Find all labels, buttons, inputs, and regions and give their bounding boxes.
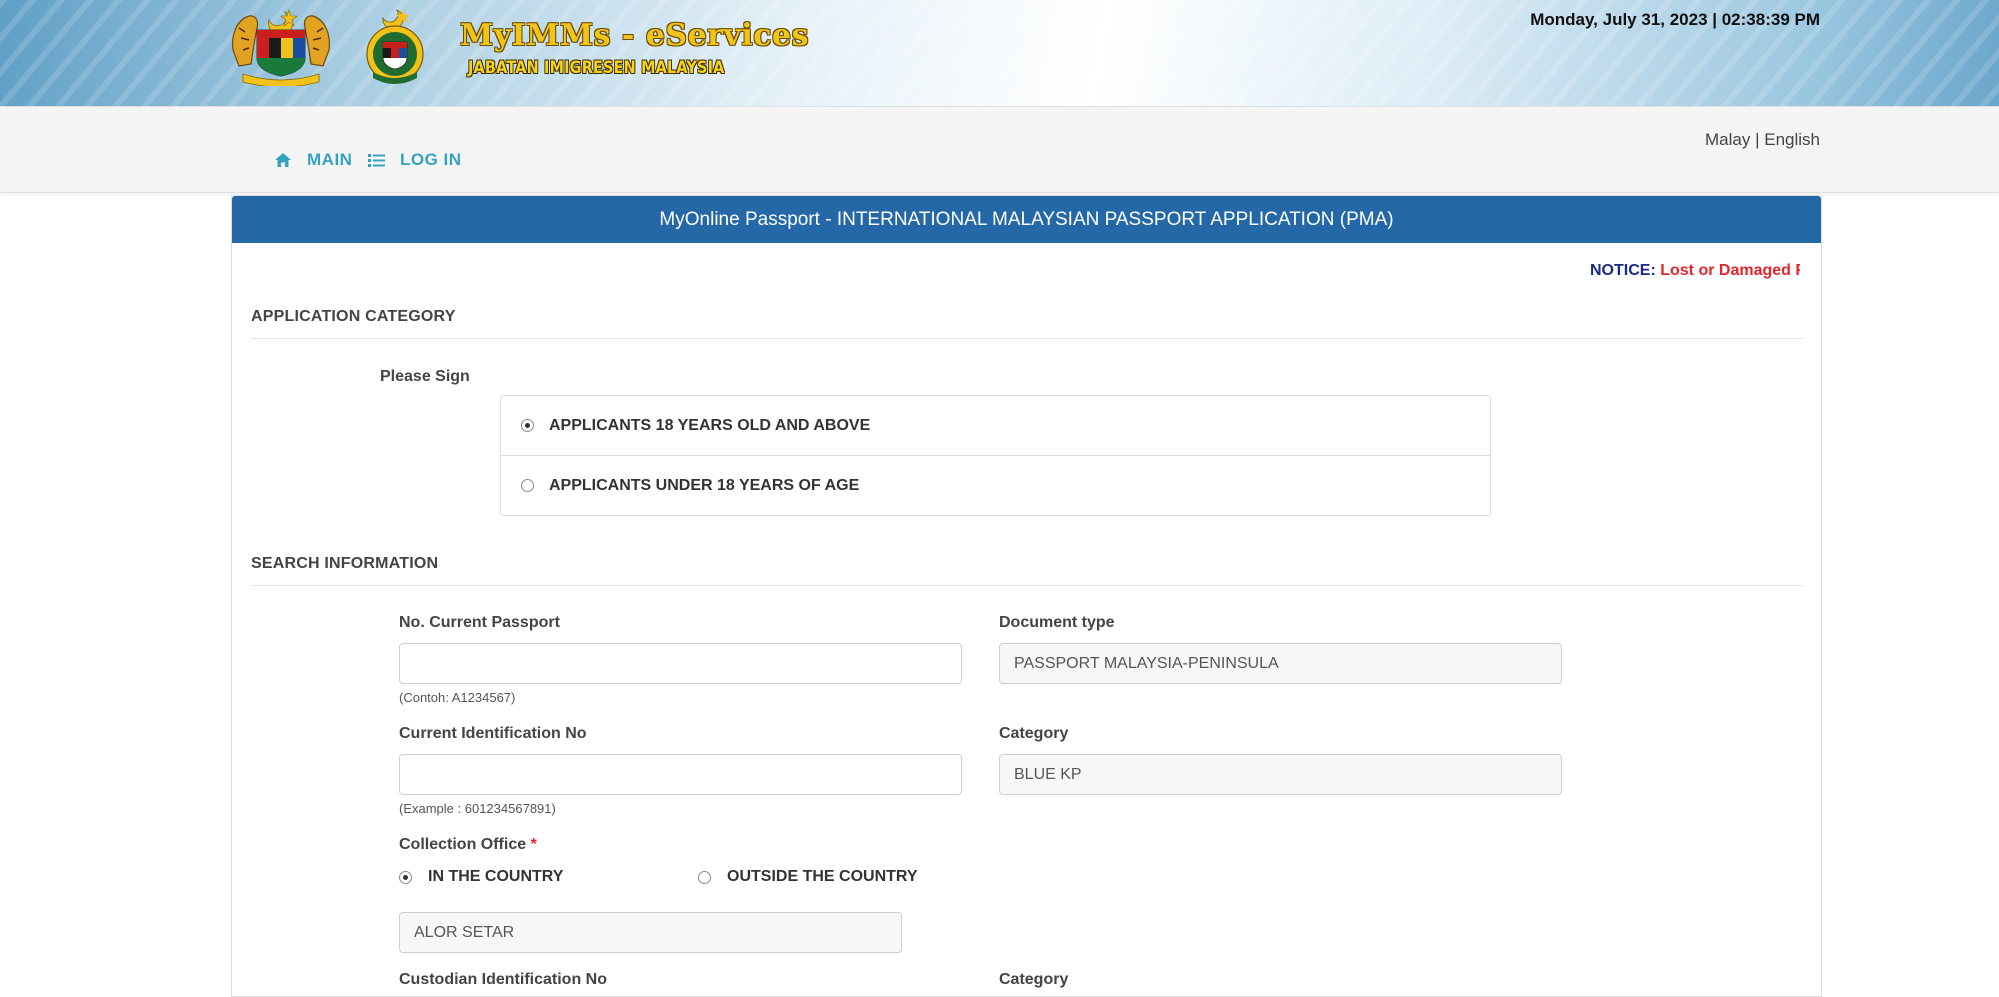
list-icon: [368, 153, 385, 167]
category-field: [999, 754, 1562, 795]
lang-malay-link[interactable]: Malay: [1705, 130, 1750, 149]
identification-label: Current Identification No: [399, 725, 587, 742]
lang-separator: |: [1750, 130, 1765, 149]
radio-button-selected[interactable]: [399, 870, 412, 884]
nav-login-label: LOG IN: [400, 150, 462, 169]
nav-main-link[interactable]: MAIN: [274, 150, 352, 170]
applicant-age-radio-group: APPLICANTS 18 YEARS OLD AND ABOVE APPLIC…: [500, 395, 1491, 516]
collection-office-label: Collection Office *: [399, 836, 537, 854]
section-divider: [251, 338, 1803, 339]
panel-title: MyOnline Passport - INTERNATIONAL MALAYS…: [232, 196, 1821, 243]
category-label: Category: [999, 725, 1069, 742]
current-passport-input[interactable]: [399, 643, 962, 684]
radio-button-unselected[interactable]: [698, 870, 711, 884]
section-divider: [251, 585, 1803, 586]
brand-subtitle: JABATAN IMIGRESEN MALAYSIA: [468, 58, 725, 78]
date-time-display: Monday, July 31, 2023 | 02:38:39 PM: [1530, 10, 1820, 29]
custodian-category-label: Category: [999, 971, 1069, 988]
radio-button-unselected[interactable]: [521, 479, 534, 492]
identification-hint: (Example : 601234567891): [399, 801, 556, 816]
identification-input[interactable]: [399, 754, 962, 795]
notice-text[interactable]: Lost or Damaged F: [1656, 262, 1800, 279]
collection-outside-country-option[interactable]: OUTSIDE THE COUNTRY: [698, 868, 918, 886]
current-passport-hint: (Contoh: A1234567): [399, 690, 516, 705]
radio-option-adult-label: APPLICANTS 18 YEARS OLD AND ABOVE: [549, 416, 871, 434]
required-asterisk: *: [530, 836, 537, 853]
collection-outside-country-label: OUTSIDE THE COUNTRY: [727, 868, 918, 885]
search-information-heading: SEARCH INFORMATION: [251, 555, 439, 572]
lang-english-link[interactable]: English: [1764, 130, 1820, 149]
current-passport-label: No. Current Passport: [399, 614, 560, 631]
application-panel: MyOnline Passport - INTERNATIONAL MALAYS…: [231, 195, 1822, 997]
application-category-heading: APPLICATION CATEGORY: [251, 308, 456, 325]
notice-label: NOTICE:: [1590, 262, 1656, 279]
radio-option-adult[interactable]: APPLICANTS 18 YEARS OLD AND ABOVE: [501, 396, 1490, 455]
document-type-field: [999, 643, 1562, 684]
custodian-identification-label: Custodian Identification No: [399, 971, 607, 988]
collection-in-country-option[interactable]: IN THE COUNTRY: [399, 868, 563, 886]
please-sign-label: Please Sign: [380, 368, 470, 385]
nav-login-link[interactable]: LOG IN: [368, 150, 462, 170]
nav-main-label: MAIN: [307, 150, 353, 169]
language-switcher: Malay | English: [1705, 130, 1820, 150]
collection-office-field[interactable]: [399, 912, 902, 953]
radio-option-minor-label: APPLICANTS UNDER 18 YEARS OF AGE: [549, 476, 860, 494]
collection-office-label-text: Collection Office: [399, 836, 527, 853]
document-type-label: Document type: [999, 614, 1115, 631]
immigration-department-emblem-icon: [366, 9, 424, 84]
home-icon: [275, 153, 291, 167]
brand-title: MyIMMs - eServices: [460, 18, 810, 53]
radio-button-selected[interactable]: [521, 419, 534, 432]
radio-option-minor[interactable]: APPLICANTS UNDER 18 YEARS OF AGE: [501, 455, 1490, 515]
collection-in-country-label: IN THE COUNTRY: [428, 868, 564, 885]
notice-marquee: NOTICE: Lost or Damaged F: [252, 262, 1800, 284]
malaysia-coat-of-arms-icon: [232, 9, 330, 86]
header-banner: MyIMMs - eServices JABATAN IMIGRESEN MAL…: [0, 0, 1999, 107]
